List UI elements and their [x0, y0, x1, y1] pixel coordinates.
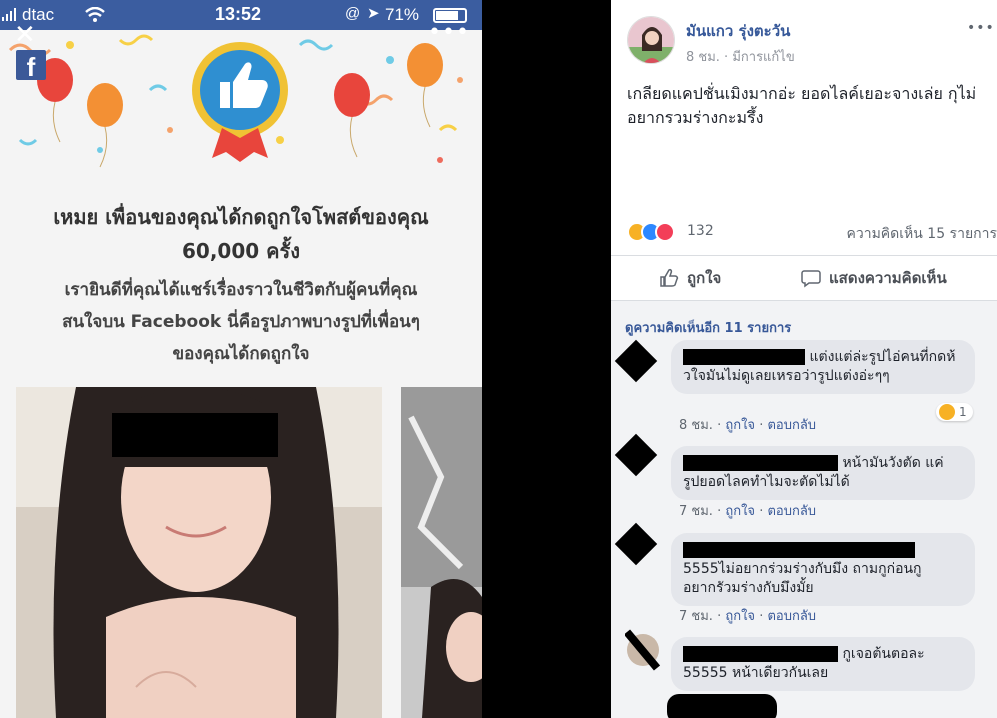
comment-like-link[interactable]: ถูกใจ [725, 609, 755, 624]
comment-count[interactable]: ความคิดเห็น 15 รายการ [846, 223, 997, 245]
more-icon[interactable]: ••• [428, 20, 470, 45]
facebook-post: มันแกว รุ่งตะวัน 8 ชม. · มีการแก้ไข ••• … [611, 0, 997, 718]
thumbs-up-icon [660, 269, 679, 287]
comment-reply-link[interactable]: ตอบกลับ [767, 504, 816, 519]
comment-label: แสดงความคิดเห็น [829, 269, 947, 287]
congrats-subtitle: เรายินดีที่คุณได้แชร์เรื่องราวในชีวิตกับ… [62, 280, 420, 364]
like-button[interactable]: ถูกใจ [659, 266, 721, 290]
clock: 13:52 [215, 4, 262, 24]
commenter-name-redaction [683, 349, 805, 365]
author-avatar[interactable] [627, 16, 675, 64]
commenter-avatar-redacted[interactable] [613, 521, 659, 567]
commenter-avatar-redacted[interactable] [613, 338, 659, 384]
comment-icon [801, 270, 821, 288]
phone-status-bar: dtac 13:52 @ ➤ 71% [0, 0, 482, 30]
congrats-text: เหมย เพื่อนของคุณได้กดถูกใจโพสต์ของคุณ 6… [0, 200, 482, 370]
comment-reply-link[interactable]: ตอบกลับ [767, 609, 816, 624]
haha-reaction-icon [939, 404, 955, 420]
liked-photo-2[interactable] [401, 387, 482, 718]
comment-bubble: หน้ามันวังตัด แค่ รูปยอดไลคทำไมจะตัดไม่ไ… [671, 446, 975, 500]
commenter-avatar-redacted[interactable] [625, 628, 661, 672]
face-redaction [112, 413, 278, 457]
view-more-comments-link[interactable]: ดูความคิดเห็นอีก 11 รายการ [625, 317, 791, 338]
comment-bubble: 5555ไม่อยากร่วมร่างกับมึง ถามกูก่อนกู อย… [671, 533, 975, 606]
comment-meta: 8 ชม. · ถูกใจ · ตอบกลับ [679, 418, 817, 433]
confetti-banner [0, 30, 482, 180]
close-icon[interactable]: ✕ [14, 20, 36, 50]
wifi-icon [85, 7, 105, 22]
love-reaction-icon [655, 222, 675, 242]
comment-image-thumbnail[interactable] [667, 694, 777, 718]
location-icon: ➤ [367, 5, 380, 22]
comment-meta: 7 ชม. · ถูกใจ · ตอบกลับ [679, 609, 817, 624]
comment-like-link[interactable]: ถูกใจ [725, 504, 755, 519]
lock-rotation-icon: @ [345, 5, 361, 22]
facebook-logo-icon: f [16, 50, 46, 82]
author-name[interactable]: มันแกว รุ่งตะวัน [686, 19, 790, 43]
battery-percent: 71% [385, 5, 420, 24]
comment-like-link[interactable]: ถูกใจ [725, 418, 755, 433]
comment-bubble: แต่งแต่ล่ะรูปไอ่คนที่กดห้ วใจมันไม่ดูเลย… [671, 340, 975, 394]
comment-reply-link[interactable]: ตอบกลับ [767, 418, 816, 433]
comment-bubble: กูเจอต้นตอละ 55555 หน้าเดียวกันเลย [671, 637, 975, 691]
more-options-icon[interactable]: ••• [967, 20, 995, 36]
liked-photo-1[interactable] [16, 387, 382, 718]
divider [611, 255, 997, 256]
comment-meta: 7 ชม. · ถูกใจ · ตอบกลับ [679, 504, 817, 519]
commenter-name-redaction [683, 455, 838, 471]
reaction-count[interactable]: 132 [687, 223, 714, 239]
post-text: เกลียดแคปชั่นเมิงมากอ่ะ ยอดไลค์เยอะจางเล… [627, 84, 977, 127]
like-label: ถูกใจ [687, 269, 722, 287]
comment-button[interactable]: แสดงความคิดเห็น [801, 266, 947, 290]
comment-reaction-badge[interactable]: 1 [936, 403, 973, 421]
congrats-title: เหมย เพื่อนของคุณได้กดถูกใจโพสต์ของคุณ 6… [53, 205, 429, 263]
commenter-name-redaction [683, 542, 915, 558]
notification-screenshot: dtac 13:52 @ ➤ 71% ✕ ••• f เหมย เพื่อนขอ… [0, 0, 482, 718]
commenter-name-redaction [683, 646, 838, 662]
commenter-avatar-redacted[interactable] [613, 432, 659, 478]
post-timestamp[interactable]: 8 ชม. · มีการแก้ไข [686, 46, 795, 67]
